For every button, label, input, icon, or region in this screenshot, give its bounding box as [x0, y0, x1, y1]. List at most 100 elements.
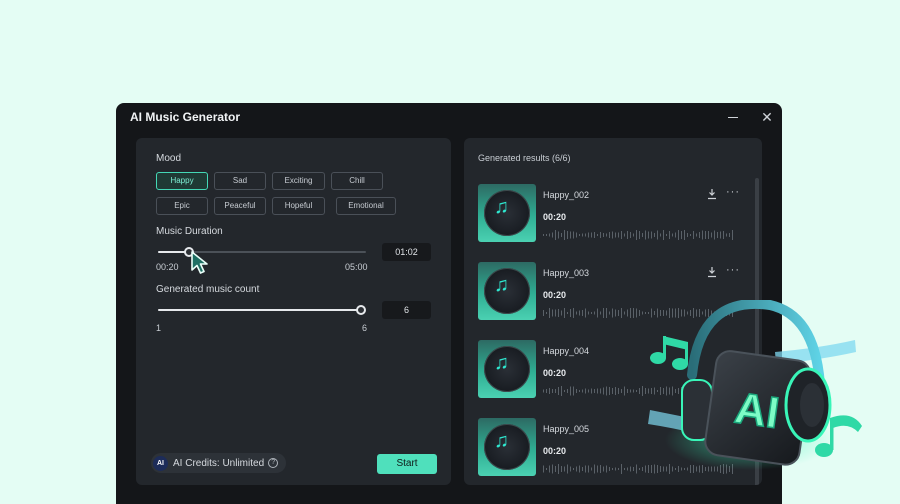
- waveform-bar: [564, 466, 565, 472]
- mood-chip-peaceful[interactable]: Peaceful: [214, 197, 266, 215]
- minimize-icon[interactable]: [725, 109, 741, 125]
- count-value-field[interactable]: 6: [382, 301, 431, 319]
- waveform-bar: [543, 310, 544, 316]
- waveform-bar: [684, 230, 685, 240]
- count-label: Generated music count: [156, 284, 260, 295]
- mood-chip-happy[interactable]: Happy: [156, 172, 208, 190]
- waveform-bar: [723, 231, 724, 239]
- mood-chip-hopeful[interactable]: Hopeful: [272, 197, 325, 215]
- waveform-bar: [612, 468, 613, 470]
- waveform-bar: [615, 309, 616, 317]
- waveform-bar: [570, 309, 571, 317]
- title-bar: AI Music Generator ✕: [116, 103, 782, 131]
- ai-credits-pill: AI AI Credits: Unlimited ?: [151, 453, 287, 473]
- duration-value-field[interactable]: 01:02: [382, 243, 431, 261]
- waveform-bar: [594, 464, 595, 474]
- waveform-bar: [561, 386, 562, 396]
- waveform-bar: [642, 233, 643, 237]
- waveform-bar: [717, 232, 718, 238]
- track-thumbnail: ♫: [478, 340, 536, 398]
- waveform-bar: [621, 231, 622, 239]
- mood-chip-emotional[interactable]: Emotional: [336, 197, 396, 215]
- download-icon[interactable]: [706, 266, 718, 278]
- waveform-bar: [729, 233, 730, 237]
- waveform-bar: [618, 468, 619, 470]
- waveform-bar: [663, 230, 664, 240]
- count-slider-thumb[interactable]: [356, 305, 366, 315]
- start-button[interactable]: Start: [377, 454, 437, 474]
- waveform-bar: [579, 310, 580, 316]
- count-min-label: 1: [156, 323, 162, 333]
- count-slider[interactable]: [158, 309, 361, 311]
- waveform-bar: [603, 308, 604, 318]
- waveform-bar: [654, 233, 655, 237]
- waveform-bar: [651, 231, 652, 239]
- ai-headphones-illustration: AI: [648, 300, 862, 470]
- waveform-bar: [666, 234, 667, 236]
- mood-chip-epic[interactable]: Epic: [156, 197, 208, 215]
- waveform-bar: [594, 389, 595, 393]
- waveform-bar: [636, 230, 637, 240]
- waveform-bar: [618, 232, 619, 238]
- music-note-icon: ♫: [494, 196, 509, 218]
- waveform-bar: [555, 389, 556, 393]
- more-icon[interactable]: ···: [726, 186, 740, 198]
- waveform-bar: [603, 233, 604, 237]
- waveform-bar: [627, 467, 628, 471]
- waveform-bar: [645, 230, 646, 240]
- waveform-bar: [573, 231, 574, 239]
- waveform-bar: [549, 465, 550, 473]
- waveform-bar: [597, 388, 598, 394]
- waveform-bar: [561, 466, 562, 472]
- waveform-bar: [576, 389, 577, 393]
- waveform-bar: [612, 388, 613, 394]
- waveform-bar: [624, 468, 625, 470]
- waveform-bar: [588, 465, 589, 473]
- more-icon[interactable]: ···: [726, 264, 740, 276]
- waveform-bar: [714, 230, 715, 240]
- track-thumbnail: ♫: [478, 262, 536, 320]
- waveform-bar: [600, 311, 601, 315]
- waveform-bar: [564, 230, 565, 240]
- waveform-bar: [660, 233, 661, 237]
- mood-chip-chill[interactable]: Chill: [331, 172, 383, 190]
- waveform-bar: [600, 388, 601, 394]
- ai-credits-badge-icon: AI: [153, 455, 168, 471]
- track-duration: 00:20: [543, 290, 567, 300]
- result-item[interactable]: ♫ Happy_002 00:20 ···: [478, 184, 748, 244]
- waveform-bar: [555, 466, 556, 472]
- waveform-bar: [561, 233, 562, 237]
- waveform-bar: [615, 387, 616, 395]
- waveform-bar: [567, 231, 568, 239]
- waveform-bar: [630, 232, 631, 238]
- music-note-icon: [650, 336, 688, 370]
- waveform-bar: [624, 233, 625, 237]
- waveform-bar: [726, 233, 727, 237]
- waveform-bar: [567, 312, 568, 314]
- waveform-bar: [606, 386, 607, 396]
- waveform-bar: [681, 231, 682, 239]
- waveform-bar: [624, 386, 625, 396]
- duration-label: Music Duration: [156, 226, 223, 237]
- waveform-bar: [579, 234, 580, 236]
- waveform-bar: [582, 233, 583, 237]
- waveform-bar: [606, 233, 607, 237]
- track-thumbnail: ♫: [478, 184, 536, 242]
- waveform-bar: [612, 231, 613, 239]
- waveform-bar: [672, 233, 673, 237]
- waveform-bar: [690, 234, 691, 236]
- waveform-bar: [597, 234, 598, 236]
- waveform-bar: [615, 467, 616, 471]
- waveform-bar: [588, 311, 589, 315]
- waveform-bar: [687, 233, 688, 237]
- mood-label: Mood: [156, 153, 182, 164]
- music-note-icon: ♫: [494, 352, 509, 374]
- close-icon[interactable]: ✕: [759, 109, 775, 125]
- mood-chip-sad[interactable]: Sad: [214, 172, 266, 190]
- mood-chip-exciting[interactable]: Exciting: [272, 172, 325, 190]
- track-thumbnail: ♫: [478, 418, 536, 476]
- help-icon[interactable]: ?: [268, 458, 279, 468]
- download-icon[interactable]: [706, 188, 718, 200]
- waveform-bar: [639, 231, 640, 239]
- count-slider-fill: [158, 309, 361, 311]
